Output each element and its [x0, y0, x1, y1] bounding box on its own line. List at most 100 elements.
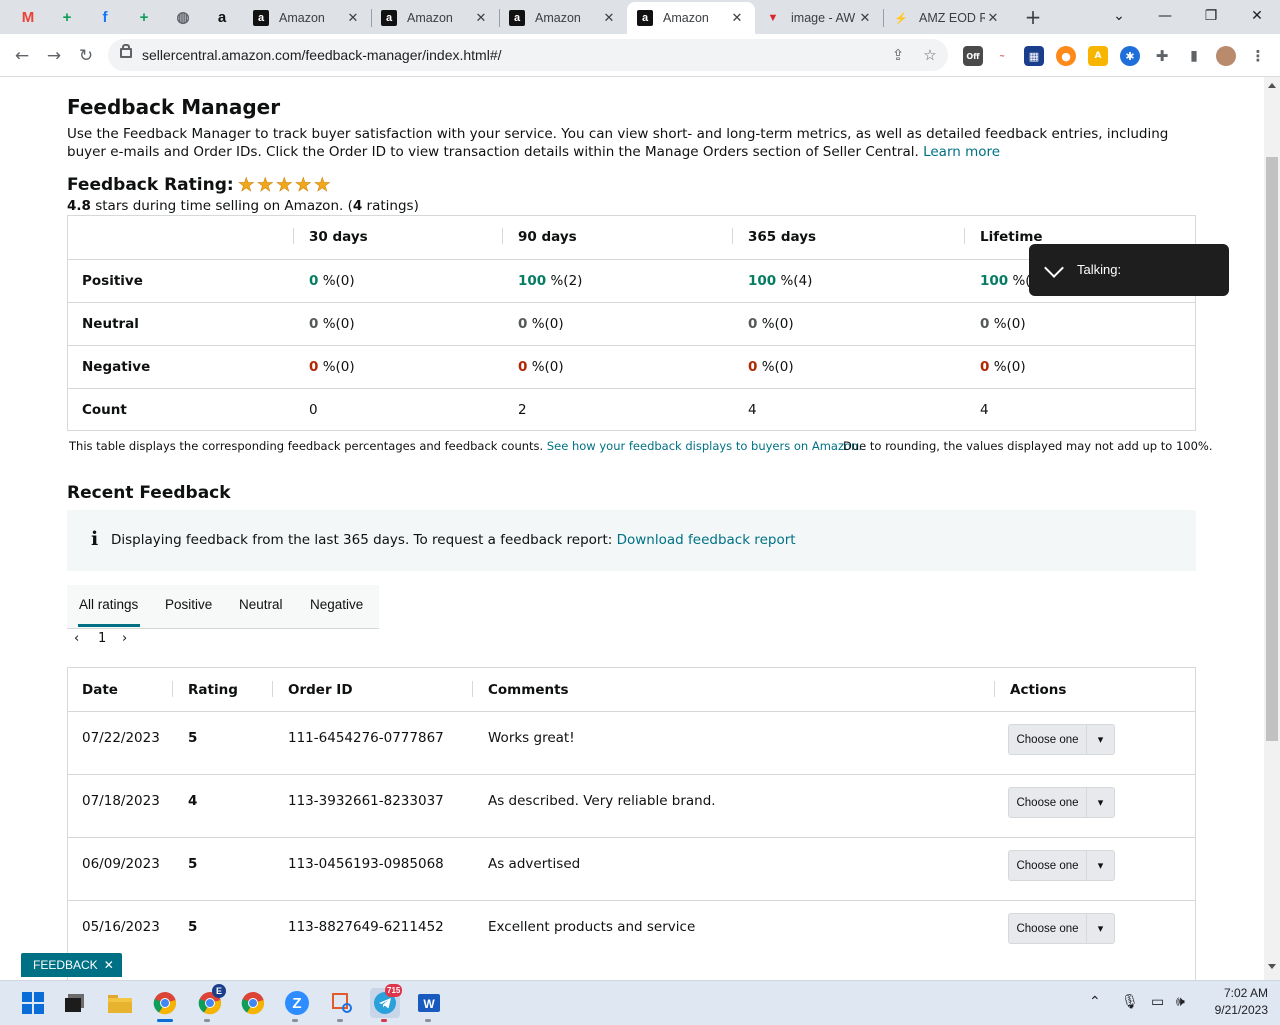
- tab-title: Amazon: [663, 11, 709, 25]
- filter-tab-all-ratings[interactable]: All ratings: [79, 597, 138, 612]
- browser-tab-strip: M + f + ◍ a a Amazon ✕ a Amazon ✕ a Amazon ✕ a Amazon ✕ ▼…: [0, 0, 1280, 34]
- task-view-icon[interactable]: [60, 988, 90, 1018]
- new-tab-button[interactable]: +: [1020, 4, 1046, 30]
- order-id-link[interactable]: 111-6454276-0777867: [288, 730, 444, 746]
- pinned-tab[interactable]: ◍: [168, 5, 198, 29]
- metrics-percent: 100: [518, 273, 547, 289]
- order-id-link[interactable]: 113-8827649-6211452: [288, 919, 444, 935]
- off-extension-icon[interactable]: Off: [963, 46, 983, 66]
- tab-close-icon[interactable]: ✕: [601, 10, 617, 26]
- action-dropdown[interactable]: Choose one ▾: [1008, 850, 1115, 881]
- metrics-count: %(2): [546, 273, 583, 289]
- url-text[interactable]: sellercentral.amazon.com/feedback-manage…: [142, 47, 502, 63]
- close-icon[interactable]: ✕: [104, 958, 114, 972]
- filter-tab-negative[interactable]: Negative: [310, 597, 363, 612]
- browser-tab[interactable]: a Amazon ✕: [243, 2, 371, 34]
- action-dropdown[interactable]: Choose one ▾: [1008, 724, 1115, 755]
- chrome-alt-icon[interactable]: [238, 988, 268, 1018]
- filter-tab-positive[interactable]: Positive: [165, 597, 212, 612]
- filter-tab-neutral[interactable]: Neutral: [239, 597, 283, 612]
- tab-close-icon[interactable]: ✕: [345, 10, 361, 26]
- tray-overflow-chevron-icon[interactable]: ⌃: [1089, 993, 1101, 1010]
- bookmark-star-icon[interactable]: ☆: [920, 45, 940, 65]
- minimize-button[interactable]: —: [1142, 0, 1188, 32]
- feedback-comment: As advertised: [488, 856, 581, 872]
- browser-tab[interactable]: a Amazon ✕: [371, 2, 499, 34]
- order-id-link[interactable]: 113-3932661-8233037: [288, 793, 444, 809]
- action-dropdown-label[interactable]: Choose one: [1009, 923, 1086, 935]
- chevron-down-icon[interactable]: [1044, 258, 1064, 278]
- address-bar[interactable]: sellercentral.amazon.com/feedback-manage…: [108, 39, 948, 71]
- pinned-tab[interactable]: f: [90, 5, 120, 29]
- reload-icon[interactable]: ↻: [72, 42, 100, 70]
- telegram-icon[interactable]: 715: [370, 984, 403, 1018]
- grid-extension-icon[interactable]: ▦: [1024, 46, 1044, 66]
- taskbar-clock[interactable]: 7:02 AM 9/21/2023: [1204, 985, 1268, 1019]
- share-icon[interactable]: ⇪: [888, 45, 908, 65]
- extension-icon[interactable]: ~: [992, 46, 1012, 66]
- maximize-button[interactable]: ❐: [1188, 0, 1234, 32]
- amazon-icon: a: [381, 10, 397, 26]
- chrome-profile-icon[interactable]: E: [195, 984, 226, 1018]
- scroll-up-arrow-icon[interactable]: [1268, 83, 1276, 88]
- action-dropdown-label[interactable]: Choose one: [1009, 860, 1086, 872]
- scrollbar-thumb[interactable]: [1266, 157, 1278, 741]
- ascout-extension-icon[interactable]: A: [1088, 46, 1108, 66]
- microphone-icon[interactable]: 🎙: [1121, 993, 1139, 1010]
- download-feedback-report-link[interactable]: Download feedback report: [617, 532, 796, 548]
- network-icon[interactable]: ▭: [1151, 993, 1164, 1010]
- action-dropdown[interactable]: Choose one ▾: [1008, 913, 1115, 944]
- browser-tab[interactable]: ⚡ AMZ EOD R ✕: [883, 2, 1011, 34]
- pager-prev-icon[interactable]: ‹: [74, 631, 79, 646]
- learn-more-link[interactable]: Learn more: [923, 144, 1000, 160]
- kebab-menu-icon[interactable]: ⋮: [1248, 46, 1268, 66]
- action-dropdown-label[interactable]: Choose one: [1009, 797, 1086, 809]
- pinned-tab[interactable]: +: [52, 5, 82, 29]
- tab-close-icon[interactable]: ✕: [729, 10, 745, 26]
- feedback-rating: 5: [188, 730, 198, 746]
- tab-close-icon[interactable]: ✕: [985, 10, 1001, 26]
- word-icon[interactable]: W: [414, 988, 444, 1018]
- talking-popup[interactable]: Talking:: [1029, 244, 1229, 296]
- chevron-down-icon[interactable]: ▾: [1086, 914, 1114, 943]
- tab-search-chevron-icon[interactable]: ⌄: [1096, 0, 1142, 32]
- chevron-down-icon[interactable]: ▾: [1086, 788, 1114, 817]
- browser-tab[interactable]: a Amazon ✕: [627, 2, 755, 34]
- snipping-tool-icon[interactable]: [327, 988, 357, 1018]
- metrics-cell: 0 %(0): [980, 316, 1026, 332]
- order-id-link[interactable]: 113-0456193-0985068: [288, 856, 444, 872]
- orange-extension-icon[interactable]: ●: [1056, 46, 1076, 66]
- window-close-button[interactable]: ✕: [1234, 0, 1280, 32]
- pinned-tab[interactable]: a: [207, 5, 237, 29]
- profile-avatar[interactable]: [1216, 46, 1236, 66]
- pinned-tab[interactable]: M: [13, 5, 43, 29]
- tab-close-icon[interactable]: ✕: [473, 10, 489, 26]
- action-dropdown-label[interactable]: Choose one: [1009, 734, 1086, 746]
- action-dropdown[interactable]: Choose one ▾: [1008, 787, 1115, 818]
- feedback-widget-button[interactable]: FEEDBACK ✕: [21, 953, 122, 977]
- puzzle-extensions-icon[interactable]: ✚: [1152, 46, 1172, 66]
- pinned-tab[interactable]: +: [129, 5, 159, 29]
- feedback-display-link[interactable]: See how your feedback displays to buyers…: [547, 439, 862, 453]
- chrome-icon[interactable]: [150, 988, 180, 1018]
- browser-tab[interactable]: a Amazon ✕: [499, 2, 627, 34]
- windows-start-icon[interactable]: [18, 988, 48, 1018]
- feedback-comment: Works great!: [488, 730, 575, 746]
- side-panel-icon[interactable]: ▮: [1184, 46, 1204, 66]
- pager-next-icon[interactable]: ›: [122, 631, 127, 646]
- scroll-down-arrow-icon[interactable]: [1268, 964, 1276, 969]
- forward-arrow-icon[interactable]: →: [40, 42, 68, 70]
- browser-tab[interactable]: ▼ image - AW ✕: [755, 2, 883, 34]
- chevron-down-icon[interactable]: ▾: [1086, 851, 1114, 880]
- pager-current-page[interactable]: 1: [98, 631, 106, 646]
- file-explorer-icon[interactable]: [105, 988, 135, 1018]
- blue-extension-icon[interactable]: ✱: [1120, 46, 1140, 66]
- feedback-widget-label[interactable]: FEEDBACK: [33, 958, 98, 972]
- volume-icon[interactable]: 🕪: [1176, 993, 1185, 1010]
- chevron-down-icon[interactable]: ▾: [1086, 725, 1114, 754]
- metrics-percent: 0: [309, 316, 319, 332]
- page-scrollbar[interactable]: [1264, 77, 1280, 980]
- zoom-icon[interactable]: Z: [282, 988, 312, 1018]
- tab-close-icon[interactable]: ✕: [857, 10, 873, 26]
- back-arrow-icon[interactable]: ←: [8, 42, 36, 70]
